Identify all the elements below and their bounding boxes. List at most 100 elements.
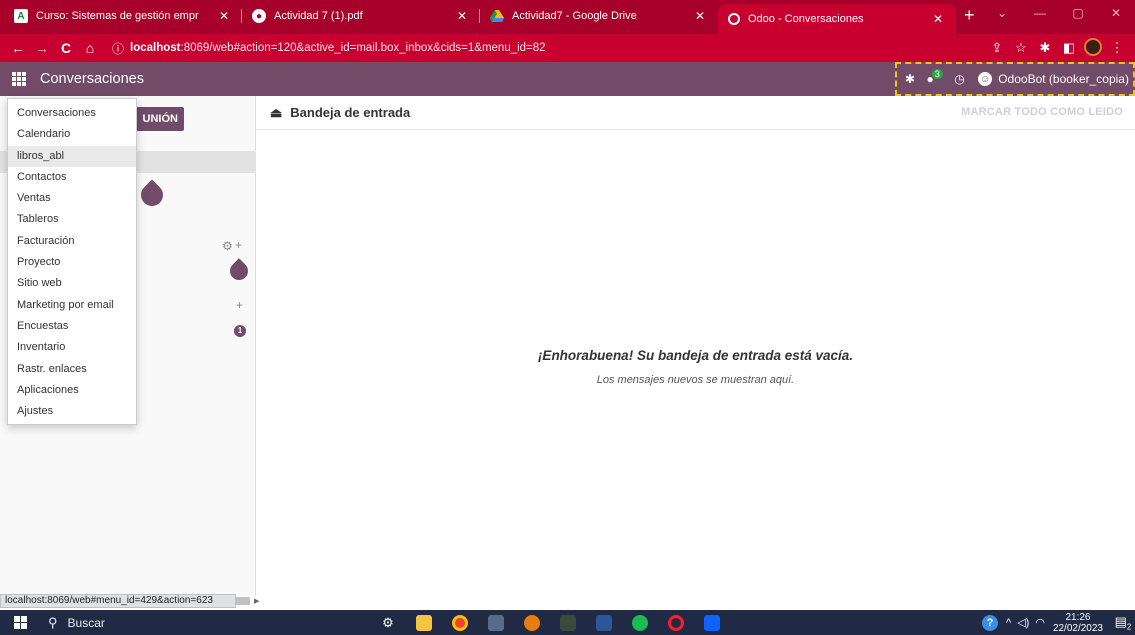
close-icon[interactable]: ✕ (216, 9, 232, 23)
close-icon[interactable]: ✕ (930, 12, 946, 26)
spotify-icon[interactable] (622, 610, 658, 635)
reload-icon[interactable]: C (54, 40, 78, 56)
browser-tab-pdf[interactable]: ● Actividad 7 (1).pdf ✕ (242, 2, 480, 30)
star-icon[interactable]: ☆ (1009, 40, 1033, 56)
systray: ✱ ● 3 ◷ ☺ OdooBot (booker_copia) (895, 62, 1135, 96)
taskbar-search[interactable]: ⚲ Buscar (40, 615, 290, 631)
file-explorer-icon[interactable] (406, 610, 442, 635)
share-icon[interactable]: ⇪ (985, 40, 1009, 56)
app-name[interactable]: Conversaciones (40, 71, 144, 87)
calculator-icon[interactable] (478, 610, 514, 635)
app-menu-item[interactable]: Rastr. enlaces (8, 359, 136, 380)
home-icon[interactable]: ⌂ (78, 40, 102, 56)
app-menu-item[interactable]: Tableros (8, 209, 136, 230)
more-menu-icon[interactable]: ⋮ (1105, 40, 1129, 56)
horizontal-scrollbar[interactable]: ▶ (236, 597, 266, 605)
forward-icon[interactable]: → (30, 40, 54, 56)
empty-inbox-title: ¡Enhorabuena! Su bandeja de entrada está… (537, 348, 854, 363)
browser-tab-curso[interactable]: A Curso: Sistemas de gestión empr ✕ (4, 2, 242, 30)
volume-icon[interactable]: ◁) (1017, 616, 1029, 629)
app-menu-item[interactable]: Contactos (8, 167, 136, 188)
mark-all-read-button[interactable]: MARCAR TODO COMO LEIDO (961, 106, 1123, 118)
chevron-up-icon[interactable]: ^ (1006, 617, 1011, 629)
apps-dropdown-menu: Conversaciones Calendario libros_abl Contac… (7, 98, 137, 425)
extensions-icon[interactable]: ✱ (1033, 40, 1057, 56)
url-path: :8069/web#action=120&active_id=mail.box_… (180, 42, 546, 54)
chrome-icon[interactable] (442, 610, 478, 635)
notion-icon[interactable] (694, 610, 730, 635)
app-menu-item[interactable]: Inventario (8, 337, 136, 358)
word-icon[interactable] (586, 610, 622, 635)
inbox-title-text: Bandeja de entrada (290, 105, 411, 120)
tab-title: Actividad 7 (1).pdf (274, 10, 363, 22)
search-label: Buscar (67, 615, 105, 630)
chat-count-badge: 3 (931, 69, 943, 79)
tab-title: Actividad7 - Google Drive (512, 10, 637, 22)
bug-icon[interactable]: ✱ (905, 72, 915, 86)
scrollbar-thumb[interactable] (236, 597, 250, 605)
add-chat-icon[interactable]: + (236, 298, 243, 312)
profile-avatar[interactable] (1081, 37, 1105, 59)
app-menu-item[interactable]: Conversaciones (8, 103, 136, 124)
inbox-title: ⏏ Bandeja de entrada (270, 105, 410, 121)
game-app-icon[interactable] (550, 610, 586, 635)
info-icon[interactable]: ⓘ (112, 40, 124, 57)
odoo-drop-icon (226, 258, 252, 284)
app-menu-item[interactable]: Calendario (8, 124, 136, 145)
browser-tab-drive[interactable]: Actividad7 - Google Drive ✕ (480, 2, 718, 30)
tab-title: Curso: Sistemas de gestión empr (36, 10, 199, 22)
back-icon[interactable]: ← (6, 40, 30, 56)
close-window-icon[interactable]: ✕ (1097, 0, 1135, 28)
settings-app-icon[interactable]: ⚙ (370, 610, 406, 635)
blender-icon[interactable] (514, 610, 550, 635)
notification-icon[interactable]: ▤2 (1111, 614, 1135, 632)
app-menu-item[interactable]: Facturación (8, 231, 136, 252)
address-bar: ← → C ⌂ ⓘ localhost :8069/web#action=120… (0, 34, 1135, 62)
app-menu-item[interactable]: Ajustes (8, 401, 136, 422)
add-channel-icon[interactable]: + (235, 238, 242, 252)
sidepanel-icon[interactable]: ◧ (1057, 40, 1081, 56)
browser-tab-odoo[interactable]: Odoo - Conversaciones ✕ (718, 4, 956, 34)
odoo-drop-icon (136, 179, 168, 211)
main-area: UNIÓN ⚙ + + 1 ⏏ Bandeja de entrada MARCA… (0, 96, 1135, 596)
app-menu-item[interactable]: Aplicaciones (8, 380, 136, 401)
browser-tab-strip: A Curso: Sistemas de gestión empr ✕ ● Ac… (0, 0, 1135, 34)
odoobot-avatar: ☺ (976, 70, 995, 88)
taskbar-apps: ⚙ (370, 610, 730, 635)
help-icon[interactable]: ? (982, 614, 999, 631)
tab-title: Odoo - Conversaciones (748, 13, 864, 25)
restore-icon[interactable]: ▢ (1059, 0, 1097, 28)
wifi-icon[interactable]: ◠ (1035, 616, 1045, 629)
url-host: localhost (130, 42, 181, 54)
app-menu-item[interactable]: libros_abl (8, 145, 136, 167)
settings-icon[interactable]: ⚙ (222, 239, 233, 253)
notification-count: 2 (1126, 622, 1132, 632)
minimize-icon[interactable]: — (1021, 0, 1059, 28)
start-button[interactable] (0, 616, 40, 629)
new-tab-button[interactable]: + (964, 5, 975, 26)
inbox-icon: ⏏ (270, 104, 283, 120)
close-icon[interactable]: ✕ (454, 9, 470, 23)
system-tray: ? ^ ◁) ◠ 21:26 22/02/2023 ▤2 (982, 610, 1135, 635)
drive-icon (490, 9, 504, 23)
opera-icon[interactable] (658, 610, 694, 635)
app-menu-item[interactable]: Encuestas (8, 316, 136, 337)
app-menu-item[interactable]: Marketing por email (8, 295, 136, 316)
browser-toolbar-icons: ⇪ ☆ ✱ ◧ ⋮ (985, 37, 1129, 59)
app-menu-item[interactable]: Ventas (8, 188, 136, 209)
scroll-right-icon[interactable]: ▶ (254, 597, 259, 605)
user-menu[interactable]: ☺ OdooBot (booker_copia) (976, 70, 1129, 88)
window-controls: ⌄ — ▢ ✕ (983, 0, 1135, 28)
close-icon[interactable]: ✕ (692, 9, 708, 23)
app-menu-item[interactable]: Proyecto (8, 252, 136, 273)
odoo-icon (728, 13, 740, 25)
chat-icon[interactable]: ● 3 (927, 69, 943, 86)
url-field[interactable]: ⓘ localhost :8069/web#action=120&active_… (112, 40, 985, 57)
windows-logo-icon (13, 616, 27, 629)
apps-menu-icon[interactable] (12, 72, 40, 86)
chevron-down-icon[interactable]: ⌄ (983, 0, 1021, 28)
clock-icon[interactable]: ◷ (954, 72, 964, 86)
clock[interactable]: 21:26 22/02/2023 (1053, 612, 1103, 634)
windows-taskbar: ⚲ Buscar ⚙ ? ^ ◁) ◠ 21:26 22/02/2023 ▤2 (0, 610, 1135, 635)
app-menu-item[interactable]: Sitio web (8, 273, 136, 294)
